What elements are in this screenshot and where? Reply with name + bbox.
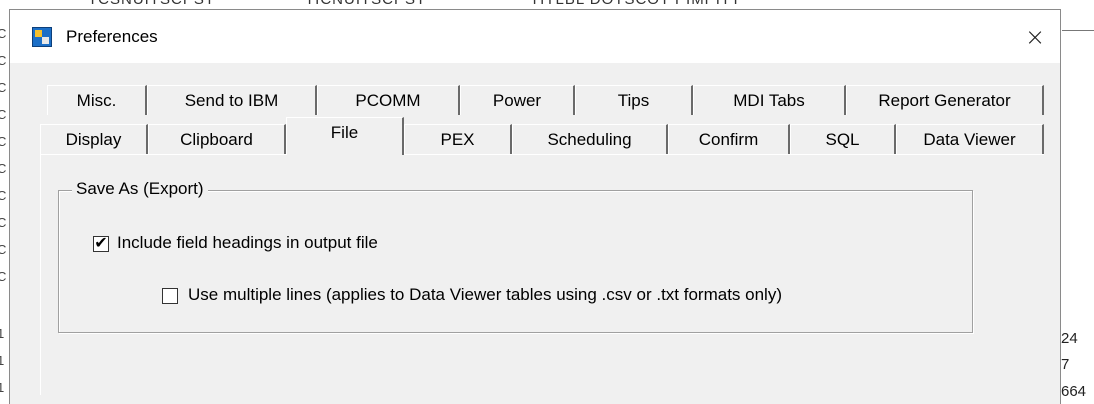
background-grid-line [1062,30,1094,31]
tab-pcomm[interactable]: PCOMM [317,85,460,115]
background-left-digit: C [0,80,7,95]
background-left-digit: C [0,26,7,41]
use-multiple-lines-checkbox[interactable] [162,288,178,304]
background-value: 664 [1061,383,1087,400]
background-text-fragment: TCSNUITSCPST [88,0,215,8]
background-value: 7 [1061,356,1070,373]
background-left-digit: C [0,53,7,68]
background-left-digit: 1 [0,380,5,395]
include-field-headings-checkbox[interactable]: ✔ [93,233,109,252]
background-text-fragment: TITLBL DOTSCOT PIMPITT [530,0,741,8]
close-button[interactable]: × [1015,20,1055,54]
tab-tips[interactable]: Tips [575,85,693,115]
use-multiple-lines-label[interactable]: Use multiple lines (applies to Data View… [188,285,782,305]
tab-file[interactable]: File [286,117,404,155]
background-left-digit: C [0,215,7,230]
background-left-digit: C [0,134,7,149]
background-left-digit: C [0,161,7,176]
tab-misc[interactable]: Misc. [47,85,147,115]
background-value: 24 [1061,330,1078,347]
tab-mdi-tabs[interactable]: MDI Tabs [693,85,846,115]
window-title: Preferences [66,27,158,46]
tab-pex[interactable]: PEX [404,124,512,154]
tab-report-generator[interactable]: Report Generator [846,85,1044,115]
save-as-export-group [58,190,973,333]
background-left-digit: 1 [0,353,5,368]
tab-send-to-ibm[interactable]: Send to IBM [147,85,317,115]
tab-confirm[interactable]: Confirm [668,124,790,154]
tab-power[interactable]: Power [460,85,575,115]
background-left-digit: 1 [0,326,5,341]
include-field-headings-label[interactable]: Include field headings in output file [117,233,378,253]
tab-clipboard[interactable]: Clipboard [148,124,286,154]
background-text-fragment: TICNUITSCPST [305,0,426,8]
background-top-text: TCSNUITSCPST TICNUITSCPST TITLBL DOTSCOT… [0,0,1094,8]
group-title: Save As (Export) [72,179,208,199]
preferences-app-icon [32,27,52,47]
title-bar[interactable]: Preferences × [10,10,1060,63]
background-left-digit: C [0,107,7,122]
background-left-digit: C [0,242,7,257]
background-left-digit: C [0,269,7,284]
checkmark-icon: ✔ [94,233,108,252]
tab-scheduling[interactable]: Scheduling [512,124,668,154]
background-left-digit: C [0,188,7,203]
tab-sql[interactable]: SQL [790,124,896,154]
tab-data-viewer[interactable]: Data Viewer [896,124,1044,154]
tab-display[interactable]: Display [40,124,148,154]
